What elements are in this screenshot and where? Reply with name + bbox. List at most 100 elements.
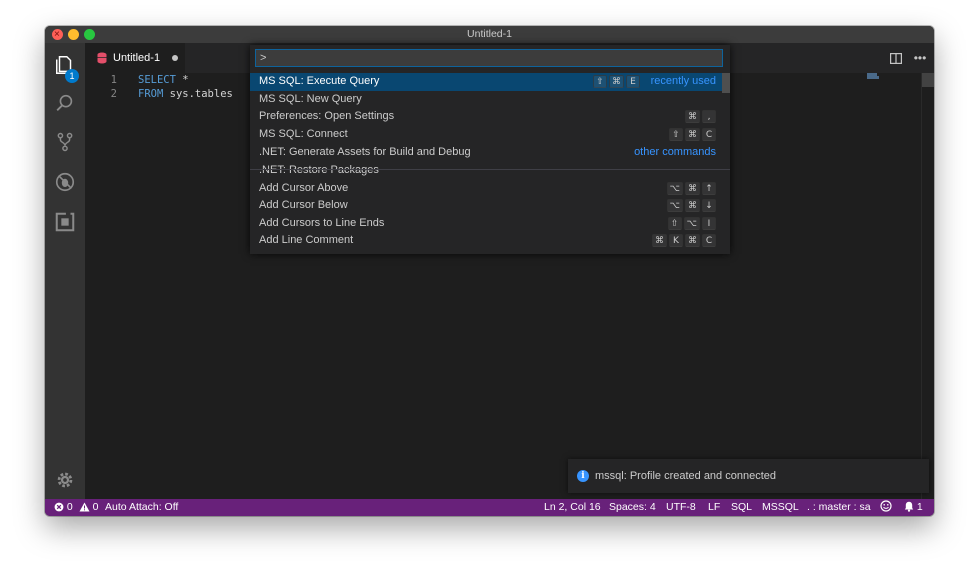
command-item[interactable]: MS SQL: New Query (250, 91, 730, 109)
sql-keyword: SELECT (138, 74, 176, 86)
activity-bar: 1 (45, 43, 85, 499)
mssql-status[interactable]: MSSQL (762, 499, 799, 516)
keycap: ⌥ (666, 181, 683, 195)
command-item[interactable]: Add Line Comment ⌘ K ⌘ C (250, 232, 730, 250)
ellipsis-icon: ••• (913, 51, 927, 65)
keycap: ⌘ (652, 234, 667, 248)
minimize-window-button[interactable] (68, 29, 79, 40)
command-group-separator (250, 169, 730, 170)
keybinding: ⇧ ⌘ E (593, 75, 640, 88)
keycap: ⇧ (593, 75, 607, 88)
line-number: 1 (110, 74, 117, 86)
sql-keyword: FROM (138, 88, 164, 100)
keybinding: ⌥ ⌘ ↑ (666, 181, 716, 195)
keybinding: ⇧ ⌘ C (669, 127, 716, 141)
explorer-badge: 1 (65, 69, 79, 83)
debug-icon (55, 172, 75, 192)
notification-toast[interactable]: i mssql: Profile created and connected (568, 459, 929, 493)
tab-untitled-1[interactable]: Untitled-1 (85, 43, 185, 73)
eol-status[interactable]: LF (708, 499, 720, 516)
encoding-status[interactable]: UTF-8 (666, 499, 696, 516)
keybinding: ⌥ ⌘ ↓ (666, 199, 716, 213)
code-text: SELECT * (138, 73, 189, 87)
command-label: .NET: Restore Packages (259, 164, 379, 176)
tab-label: Untitled-1 (113, 52, 161, 64)
close-window-button[interactable] (52, 26, 63, 43)
keycap: , (702, 110, 716, 124)
editor-scrollbar[interactable] (921, 73, 934, 499)
command-item[interactable]: .NET: Restore Packages (250, 162, 730, 180)
command-label: MS SQL: New Query (259, 92, 362, 105)
manage-button[interactable] (45, 463, 85, 497)
bell-icon (904, 501, 914, 512)
vscode-window: Untitled-1 1 (45, 26, 934, 516)
command-label: MS SQL: Connect (259, 127, 348, 140)
editor-scroll-thumb[interactable] (922, 73, 934, 87)
code-text: FROM sys.tables (138, 87, 233, 101)
keycap: E (626, 75, 640, 88)
warning-count: 0 (92, 501, 99, 513)
command-item[interactable]: MS SQL: Execute Query ⇧ ⌘ E recently used (250, 73, 730, 91)
warning-icon (79, 502, 90, 512)
extensions-button[interactable] (45, 205, 85, 239)
keycap: K (669, 234, 683, 248)
window-title: Untitled-1 (467, 28, 512, 40)
notification-text: mssql: Profile created and connected (595, 470, 776, 482)
palette-scrollbar[interactable] (722, 73, 730, 93)
info-icon: i (577, 470, 589, 482)
command-label: .NET: Generate Assets for Build and Debu… (259, 146, 471, 159)
line-number: 2 (110, 88, 117, 100)
problems-indicator[interactable]: 0 0 (54, 499, 98, 516)
smiley-icon (880, 500, 892, 512)
cursor-position-status[interactable]: Ln 2, Col 16 (544, 499, 601, 516)
keybinding: ⇧ ⌥ I (667, 216, 716, 230)
keycap: C (702, 234, 716, 248)
command-label: Add Cursors to Line Ends (259, 216, 385, 229)
command-palette-input[interactable] (255, 49, 723, 67)
keycap: ↓ (702, 199, 716, 213)
notification-count: 1 (916, 501, 923, 513)
split-editor-button[interactable] (888, 50, 904, 66)
sql-rest: * (175, 74, 189, 86)
search-button[interactable] (45, 86, 85, 120)
notifications-button[interactable]: 1 (904, 499, 923, 516)
auto-attach-status[interactable]: Auto Attach: Off (105, 499, 178, 516)
search-icon (56, 94, 73, 111)
status-bar: 0 0 Auto Attach: Off Ln 2, Col 16 Spaces… (45, 499, 934, 516)
command-item[interactable]: .NET: Generate Assets for Build and Debu… (250, 144, 730, 162)
explorer-button[interactable]: 1 (45, 48, 85, 83)
command-item[interactable]: MS SQL: Connect ⇧ ⌘ C (250, 126, 730, 144)
command-item[interactable]: Add Cursor Below ⌥ ⌘ ↓ (250, 197, 730, 215)
maximize-window-button[interactable] (84, 29, 95, 40)
error-icon (54, 502, 64, 512)
source-control-button[interactable] (45, 125, 85, 159)
keycap: ⌘ (685, 199, 700, 213)
feedback-button[interactable] (880, 499, 892, 516)
keycap: ⌘ (685, 234, 700, 248)
split-editor-icon (890, 52, 902, 64)
more-actions-button[interactable]: ••• (912, 50, 928, 66)
command-label: Add Cursor Above (259, 181, 349, 194)
database-file-icon (97, 52, 107, 64)
keybinding: ⌘, (685, 110, 716, 124)
command-item[interactable]: Add Cursors to Line Ends ⇧ ⌥ I (250, 215, 730, 233)
gear-icon (57, 472, 73, 488)
sql-rest: sys.tables (163, 88, 233, 100)
command-item[interactable]: Preferences: Open Settings ⌘, (250, 108, 730, 126)
command-group-label: recently used (650, 75, 716, 87)
extensions-icon (55, 211, 75, 232)
title-bar: Untitled-1 (45, 26, 934, 43)
command-label: MS SQL: Execute Query (259, 75, 380, 87)
keycap: ↑ (702, 181, 716, 195)
keycap: ⌘ (685, 181, 700, 195)
keybinding: ⌘ K ⌘ C (652, 234, 716, 248)
language-mode-status[interactable]: SQL (731, 499, 752, 516)
debug-button[interactable] (45, 165, 85, 199)
command-item[interactable]: Add Cursor Above ⌥ ⌘ ↑ (250, 180, 730, 198)
keycap: ⇧ (669, 127, 683, 141)
indentation-status[interactable]: Spaces: 4 (609, 499, 656, 516)
connection-status[interactable]: . : master : sa (807, 499, 871, 516)
keycap: ⌥ (683, 216, 700, 230)
unsaved-dot-icon[interactable] (172, 55, 179, 61)
keycap: ⌘ (685, 110, 700, 124)
